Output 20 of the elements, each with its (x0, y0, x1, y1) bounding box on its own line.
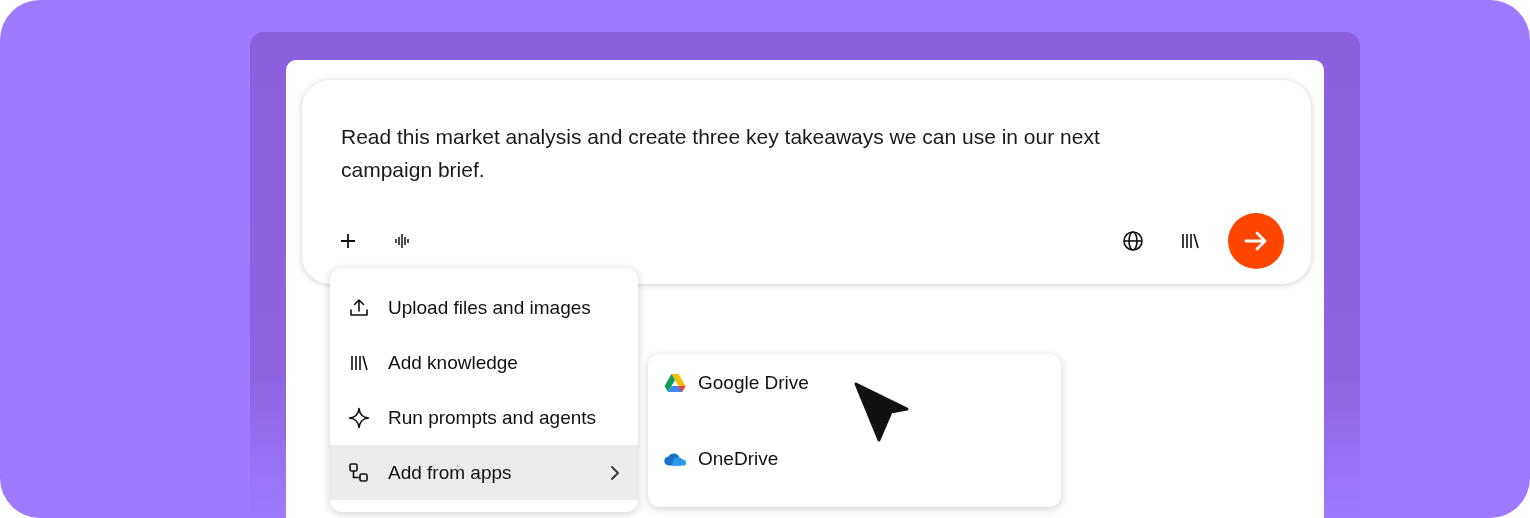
menu-item-label: Upload files and images (388, 296, 592, 319)
prompt-text[interactable]: Read this market analysis and create three key takeaways we can use in our next campaign brief. (341, 120, 1171, 186)
menu-item-label: Add knowledge (388, 351, 519, 374)
menu-item-label: Add from apps (388, 461, 513, 484)
submenu-item-label: OneDrive (698, 448, 779, 470)
submenu-item[interactable]: Google Drive (664, 368, 1045, 398)
cloud-icon (664, 452, 686, 466)
apps-icon (348, 461, 370, 484)
send-button[interactable] (1228, 213, 1284, 269)
menu-item[interactable]: Add knowledge (330, 335, 638, 390)
chevron-right-icon (610, 464, 620, 481)
drive-icon (664, 373, 686, 393)
menu-item[interactable]: Add from apps (330, 445, 638, 500)
sparkle-icon (348, 406, 370, 429)
upload-icon (348, 296, 370, 319)
submenu-item-label: Google Drive (698, 372, 809, 394)
prompt-box[interactable]: Read this market analysis and create three key takeaways we can use in our next campaign brief. (302, 80, 1311, 284)
menu-item-label: Run prompts and agents (388, 406, 598, 429)
submenu-item[interactable]: OneDrive (664, 444, 1045, 474)
menu-item[interactable]: Run prompts and agents (330, 390, 638, 445)
